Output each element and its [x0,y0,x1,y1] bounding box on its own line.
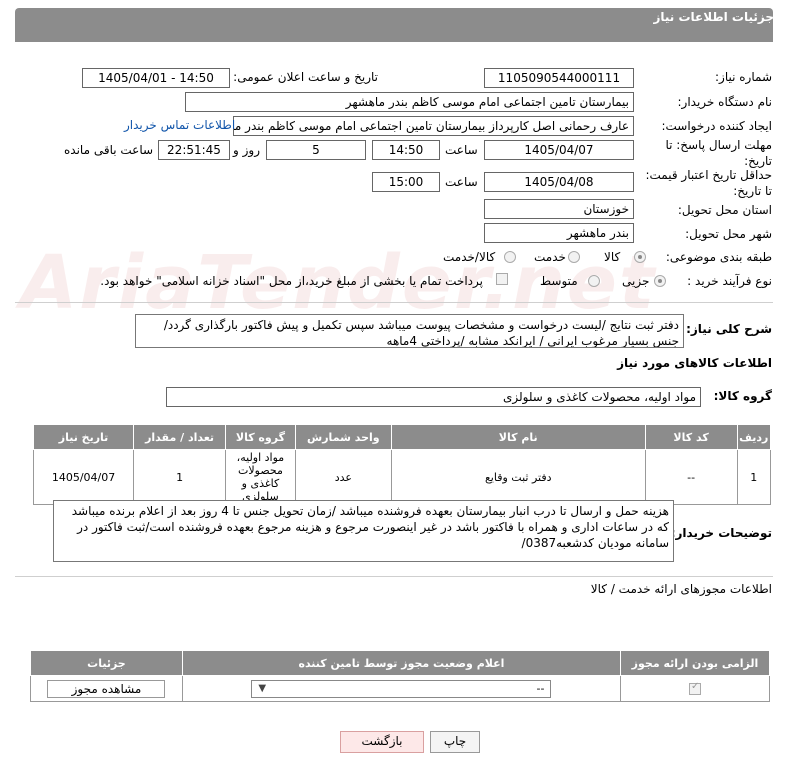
th-need-date: تاریخ نیاز [32,424,135,450]
announce-field: 1405/04/01 - 14:50 [82,68,230,88]
remaining-time-field: 22:51:45 [158,140,230,160]
category-service-label: خدمت [534,250,566,264]
contact-info-link[interactable]: اطلاعات تماس خریدار [124,118,235,132]
cell-row: 1 [736,449,772,505]
divider [15,576,773,577]
treasury-checkbox[interactable] [496,273,508,285]
permit-status-value: -- [536,681,545,695]
category-goods-label: کالا [604,250,621,264]
description-textarea[interactable]: دفتر ثبت نتایج /لیست درخواست و مشخصات پی… [135,314,684,348]
panel-title: جزئیات اطلاعات نیاز [653,10,774,24]
cell-details: مشاهده مجوز [30,675,183,702]
table-row: مشاهده مجوز ▼ -- ✓ [30,675,771,702]
goods-table-header: تاریخ نیاز تعداد / مقدار گروه کالا واحد … [32,424,772,450]
buyer-notes-label: توضیحات خریدار: [670,526,772,540]
goods-table: تاریخ نیاز تعداد / مقدار گروه کالا واحد … [32,424,772,505]
category-goods-radio[interactable] [634,251,646,263]
purchase-type-label: نوع فرآیند خرید : [687,274,772,288]
permits-title: اطلاعات مجوزهای ارائه خدمت / کالا [590,582,772,596]
permit-required-checkbox[interactable]: ✓ [688,680,701,695]
permits-table-header: جزئیات اعلام وضعیت مجوز توسط تامین کننده… [30,650,771,676]
purchase-medium-radio[interactable] [588,275,600,287]
deadline-label: مهلت ارسال پاسخ: تا تاریخ: [665,138,772,168]
category-both-radio[interactable] [504,251,516,263]
back-button[interactable]: بازگشت [340,731,424,753]
treasury-text: پرداخت تمام یا بخشی از مبلغ خرید،از محل … [100,274,483,288]
category-both-label: کالا/خدمت [443,250,496,264]
remaining-word: ساعت باقی مانده [64,143,154,157]
buyer-notes-textarea[interactable]: هزینه حمل و ارسال تا درب انبار بیمارستان… [53,500,674,562]
validity-date-field: 1405/04/08 [484,172,634,192]
check-icon: ✓ [690,680,700,692]
need-number-field: 1105090544000111 [484,68,634,88]
buyer-org-field: بیمارستان تامین اجتماعی امام موسی کاظم ب… [185,92,634,112]
province-field: خوزستان [484,199,634,219]
validity-time-word: ساعت [445,175,478,189]
th-unit: واحد شمارش [294,424,392,450]
province-label: استان محل تحویل: [677,203,772,217]
permit-status-select[interactable]: ▼ -- [251,679,552,698]
th-permit-required: الزامی بودن ارائه مجوز [619,650,771,676]
cell-qty: 1 [133,449,227,505]
days-word: روز و [233,143,260,157]
category-service-radio[interactable] [568,251,580,263]
cell-permit-status: ▼ -- [181,675,621,702]
deadline-time-field: 14:50 [372,140,440,160]
deadline-date-field: 1405/04/07 [484,140,634,160]
city-field: بندر ماهشهر [484,223,634,243]
th-details: جزئیات [30,650,183,676]
purchase-minor-radio[interactable] [654,275,666,287]
deadline-time-word: ساعت [445,143,478,157]
th-goods-name: نام کالا [390,424,646,450]
cell-date: 1405/04/07 [32,449,135,505]
cell-group: مواد اولیه، محصولات کاغذی و سلولزی [225,449,296,505]
goods-section-title: اطلاعات کالاهای مورد نیاز [617,356,772,370]
cell-name: دفتر ثبت وقایع [390,449,646,505]
validity-time-field: 15:00 [372,172,440,192]
purchase-minor-label: جزیی [622,274,650,288]
category-label: طبقه بندی موضوعی: [665,250,772,264]
goods-group-label: گروه کالا: [713,389,772,403]
buyer-org-label: نام دستگاه خریدار: [677,95,773,109]
goods-group-field: مواد اولیه، محصولات کاغذی و سلولزی [166,387,701,407]
days-field: 5 [266,140,366,160]
th-row: ردیف [736,424,772,450]
table-row: 1405/04/07 1 مواد اولیه، محصولات کاغذی و… [32,449,772,505]
th-permit-status: اعلام وضعیت مجوز توسط تامین کننده [181,650,621,676]
validity-label: حداقل تاریخ اعتبار قیمت: تا تاریخ: [645,168,772,198]
cell-permit-required: ✓ [619,675,771,702]
requester-label: ایجاد کننده درخواست: [661,119,772,133]
cell-code: -- [644,449,738,505]
requester-field: عارف رحمانی اصل کارپرداز بیمارستان تامین… [233,116,634,136]
purchase-medium-label: متوسط [540,274,578,288]
th-goods-group: گروه کالا [225,424,296,450]
cell-unit: عدد [294,449,392,505]
announce-label: تاریخ و ساعت اعلان عمومی: [233,70,378,84]
need-number-label: شماره نیاز: [715,70,772,84]
description-label: شرح کلی نیاز: [686,322,772,336]
print-button[interactable]: چاپ [430,731,480,753]
city-label: شهر محل تحویل: [685,227,772,241]
th-goods-code: کد کالا [644,424,738,450]
divider [15,302,773,303]
view-permit-button[interactable]: مشاهده مجوز [47,679,166,698]
chevron-down-icon: ▼ [258,682,267,694]
permits-table: جزئیات اعلام وضعیت مجوز توسط تامین کننده… [30,650,771,702]
th-quantity: تعداد / مقدار [133,424,227,450]
